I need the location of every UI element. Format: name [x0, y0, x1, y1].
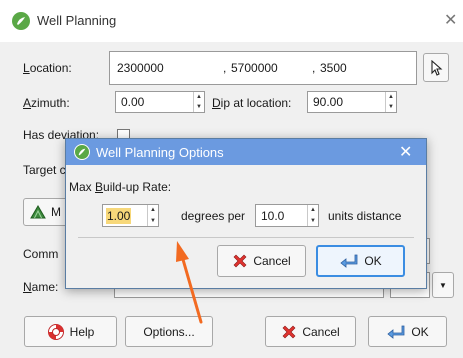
annotation-arrow — [176, 241, 203, 324]
